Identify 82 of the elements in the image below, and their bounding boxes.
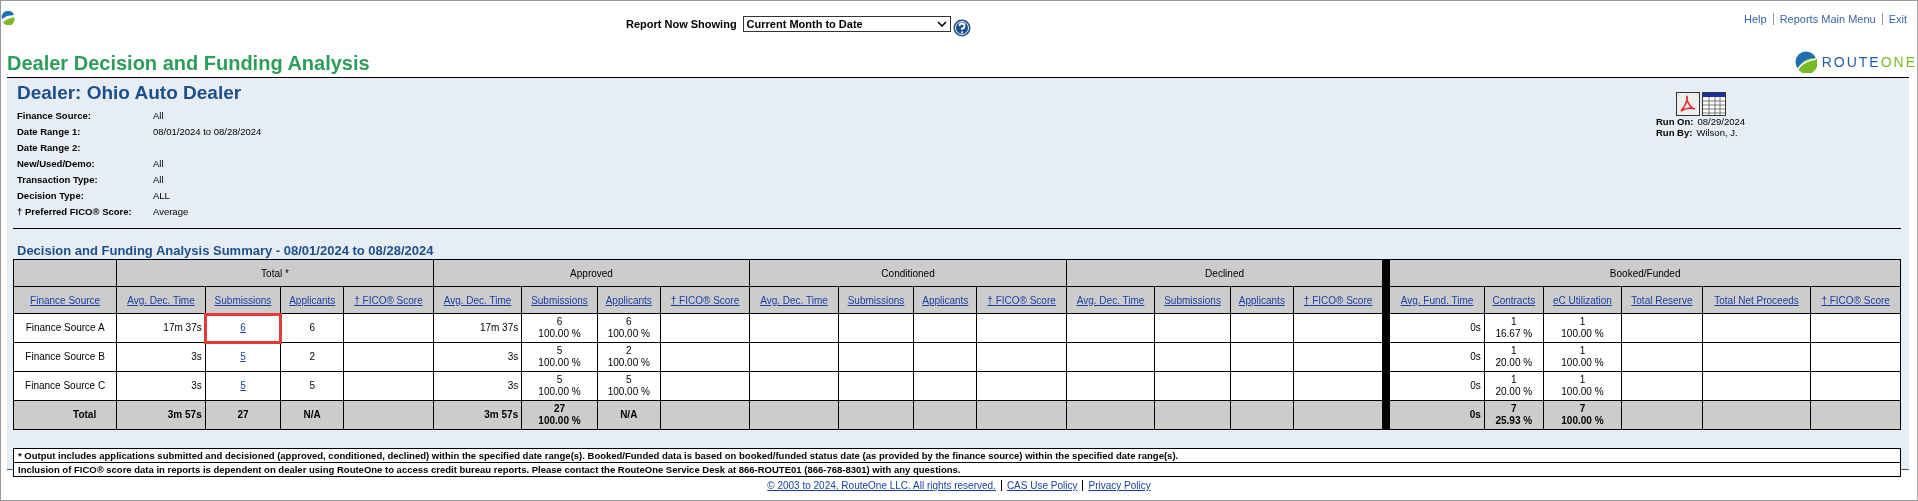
table-cell: 6 100.00 % (597, 313, 661, 343)
table-cell: 1 20.00 % (1484, 342, 1544, 372)
table-cell: 1 16.67 % (1484, 313, 1544, 343)
total-label: Total (13, 400, 117, 430)
table-cell: 5 (280, 371, 344, 401)
table-cell: 0s (1389, 342, 1485, 372)
filter-value: All (153, 157, 164, 169)
filter-label: Finance Source: (17, 109, 92, 121)
filter-label: † Preferred FICO® Score: (17, 205, 133, 217)
filter-value: 08/01/2024 to 08/28/2024 (153, 125, 262, 137)
finance-source-cell: Finance Source B (13, 342, 117, 372)
leaf-logo-icon (1794, 51, 1817, 73)
table-cell: 3m 57s (116, 400, 206, 430)
filter-label: Date Range 1: (17, 125, 82, 137)
table-cell: 2 (280, 342, 344, 372)
page-title: Dealer Decision and Funding Analysis (7, 52, 370, 75)
nav-link[interactable]: Exit (1881, 13, 1913, 25)
dealer-heading: Dealer: Ohio Auto Dealer (17, 82, 243, 104)
report-dropdown[interactable]: Current Month to Date (742, 16, 951, 32)
filter-label: New/Used/Demo: (17, 157, 96, 169)
filter-value: All (153, 109, 164, 121)
group-header: Total * (116, 259, 434, 287)
table-cell: 1 100.00 % (1543, 371, 1622, 401)
table-cell: 27 (205, 400, 281, 430)
caret-icon (936, 21, 947, 27)
logo-text: ROUTE (1821, 54, 1881, 70)
table-cell: 3s (433, 371, 522, 401)
table-cell: 27 100.00 % (521, 400, 598, 430)
table-cell: 7 100.00 % (1543, 400, 1622, 430)
filter-value: Average (153, 205, 189, 217)
pdf-icon[interactable] (1676, 92, 1700, 116)
table-cell: 1 100.00 % (1543, 313, 1622, 343)
table-cell: 3s (116, 342, 206, 372)
table-cell: N/A (280, 400, 344, 430)
finance-source-cell: Finance Source C (13, 371, 117, 401)
filter-value: All (153, 173, 164, 185)
group-header: Booked/Funded (1389, 259, 1901, 287)
run-label: Run By: (1656, 127, 1693, 138)
group-header: Declined (1066, 259, 1383, 287)
run-value: 08/29/2024 (1697, 116, 1745, 127)
filter-label: Transaction Type: (17, 173, 99, 185)
table-cell: 5 100.00 % (521, 371, 598, 401)
table-cell: 0s (1389, 313, 1485, 343)
nav-link[interactable]: Help (1738, 13, 1773, 25)
table-cell: 3m 57s (433, 400, 522, 430)
filter-label: Decision Type: (17, 189, 85, 201)
help-icon[interactable] (952, 19, 971, 37)
table-cell: 1 20.00 % (1484, 371, 1544, 401)
table-cell: 6 100.00 % (521, 313, 598, 343)
table-cell: 5 100.00 % (597, 371, 661, 401)
report-label: Report Now Showing (626, 18, 737, 30)
run-value: Wilson, J. (1696, 127, 1738, 138)
table-cell: 6 (280, 313, 344, 343)
logo-text: ONE (1880, 54, 1917, 70)
table-cell: 5 100.00 % (521, 342, 598, 372)
count-link[interactable]: 6 (240, 322, 246, 333)
table-cell: 0s (1389, 371, 1485, 401)
table-cell: 2 100.00 % (597, 342, 661, 372)
filter-value: ALL (153, 189, 170, 201)
nav-link[interactable]: Reports Main Menu (1772, 13, 1882, 25)
filter-label: Date Range 2: (17, 141, 82, 153)
table-cell: N/A (597, 400, 661, 430)
table-cell: 17m 37s (433, 313, 522, 343)
table-cell: 1 100.00 % (1543, 342, 1622, 372)
table-cell: 0s (1389, 400, 1485, 430)
footer-link[interactable]: CAS Use Policy (1000, 480, 1083, 491)
spreadsheet-icon[interactable] (1702, 92, 1726, 116)
leaf-logo-icon (1, 11, 15, 25)
footnote: * Output includes applications submitted and decisioned (approved, conditioned, declined) within the specified date range(s). Booked/Funded data is based on booked/funded status date (as provided by the finance source) within the specified date range(s). (13, 448, 1901, 463)
group-header: Approved (433, 259, 750, 287)
footer-link[interactable]: Privacy Policy (1082, 480, 1156, 491)
count-link[interactable]: 5 (240, 380, 246, 391)
count-link[interactable]: 5 (240, 351, 246, 362)
table-cell: 3s (433, 342, 522, 372)
finance-source-cell: Finance Source A (13, 313, 117, 343)
footer-link[interactable]: © 2003 to 2024, RouteOne LLC. All rights reserved. (762, 480, 1001, 491)
group-header: Conditioned (749, 259, 1067, 287)
run-label: Run On: (1656, 116, 1694, 127)
table-cell: 3s (116, 371, 206, 401)
table-cell: 7 25.93 % (1484, 400, 1544, 430)
summary-title: Decision and Funding Analysis Summary - 08/01/2024 to 08/28/2024 (17, 243, 435, 258)
footnote: Inclusion of FICO® score data in reports is dependent on dealer using RouteOne to access credit bureau reports. Please contact the RouteOne Service Desk at 866-ROUTE01 (866-768-8301) with any questions. (13, 463, 1901, 477)
